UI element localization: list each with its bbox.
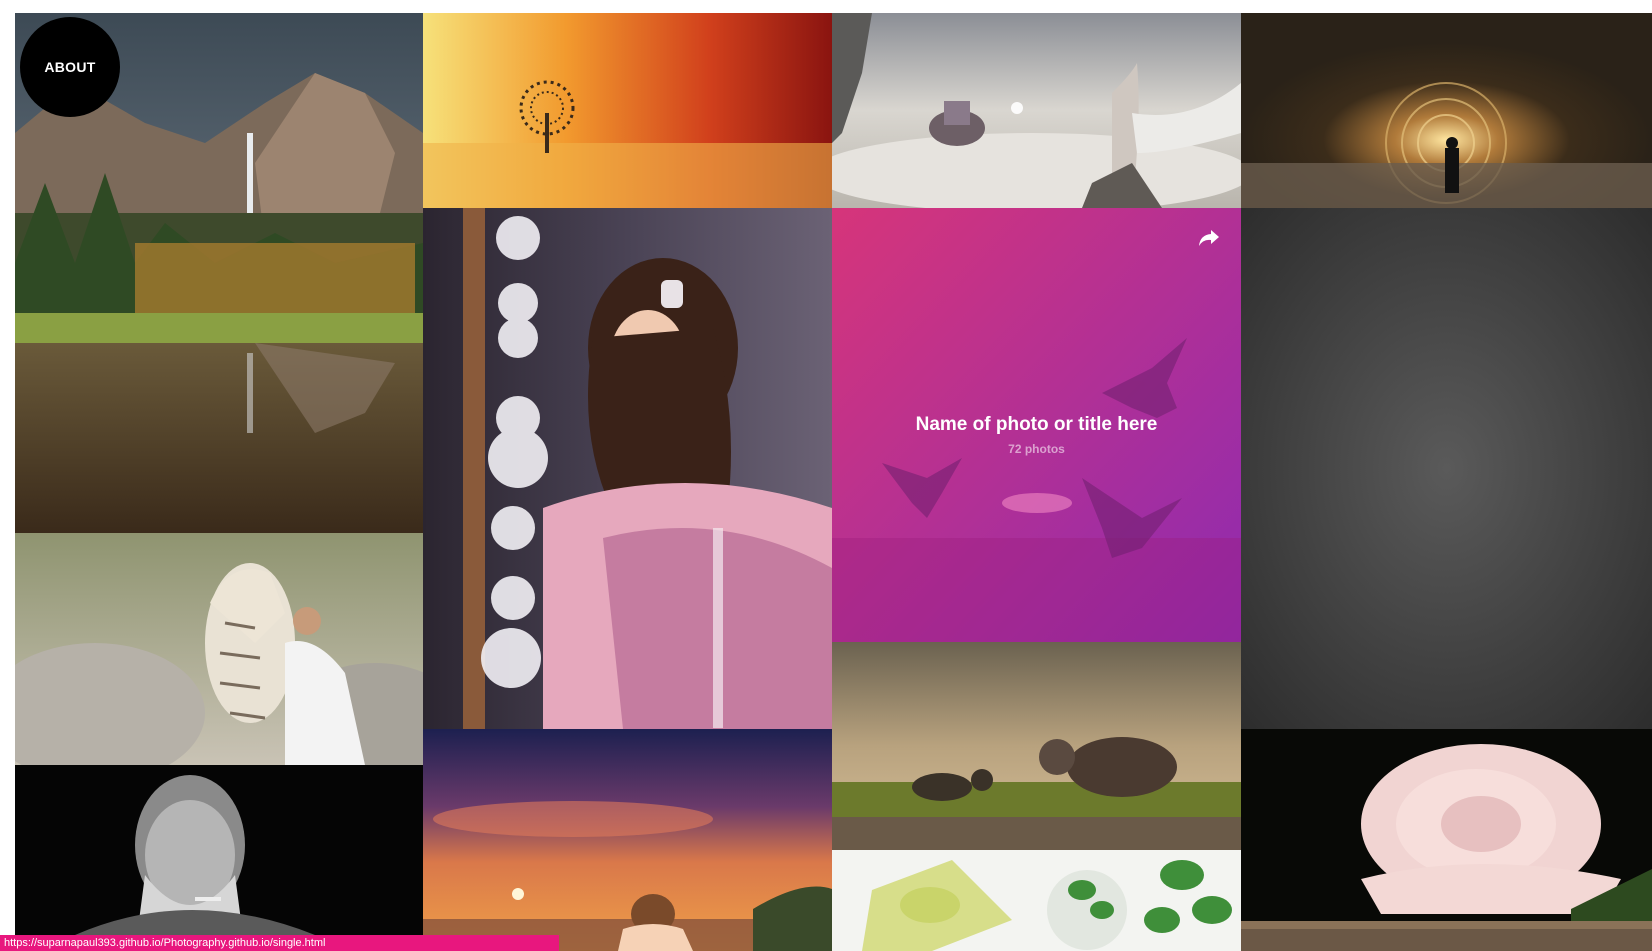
photo-tile-sunset-girl[interactable]: [423, 729, 832, 951]
tree-sunset-photo: [423, 13, 832, 208]
floating-castle-photo: [832, 13, 1241, 208]
status-bar-url: https://suparnapaul393.github.io/Photogr…: [0, 935, 559, 951]
featured-overlay: Name of photo or title here 72 photos: [832, 208, 1241, 642]
glowing-portal-photo: [1241, 13, 1652, 208]
photo-tile-cats-dusk[interactable]: [832, 642, 1241, 850]
share-arrow-icon[interactable]: [1197, 228, 1221, 248]
photo-grid: Name of photo or title here 72 photos: [15, 13, 1652, 951]
photo-tile-partial[interactable]: [1241, 921, 1652, 951]
dark-gradient-photo: [1241, 208, 1652, 729]
photo-tile-dark-placeholder[interactable]: [1241, 208, 1652, 729]
partial-photo: [1241, 921, 1652, 951]
photo-tile-tiger-woman[interactable]: [15, 533, 423, 765]
mint-oil-photo: [832, 850, 1241, 951]
photo-tile-pink-rose[interactable]: [1241, 729, 1652, 921]
featured-photo-count: 72 photos: [1008, 442, 1065, 456]
about-button[interactable]: ABOUT: [20, 17, 120, 117]
photo-tile-old-man[interactable]: [15, 765, 423, 951]
photo-tile-mint-oil[interactable]: [832, 850, 1241, 951]
photo-tile-girl-mirror[interactable]: [423, 208, 832, 729]
photo-tile-floating-castle[interactable]: [832, 13, 1241, 208]
photo-tile-tree-sunset[interactable]: [423, 13, 832, 208]
featured-photo-card[interactable]: Name of photo or title here 72 photos: [832, 208, 1241, 642]
girl-mirror-photo: [423, 208, 832, 729]
sunset-girl-photo: [423, 729, 832, 951]
cats-dusk-photo: [832, 642, 1241, 850]
tiger-woman-photo: [15, 533, 423, 765]
featured-title[interactable]: Name of photo or title here: [916, 414, 1158, 436]
pink-rose-photo: [1241, 729, 1652, 921]
photo-tile-glowing-portal[interactable]: [1241, 13, 1652, 208]
old-man-photo: [15, 765, 423, 951]
